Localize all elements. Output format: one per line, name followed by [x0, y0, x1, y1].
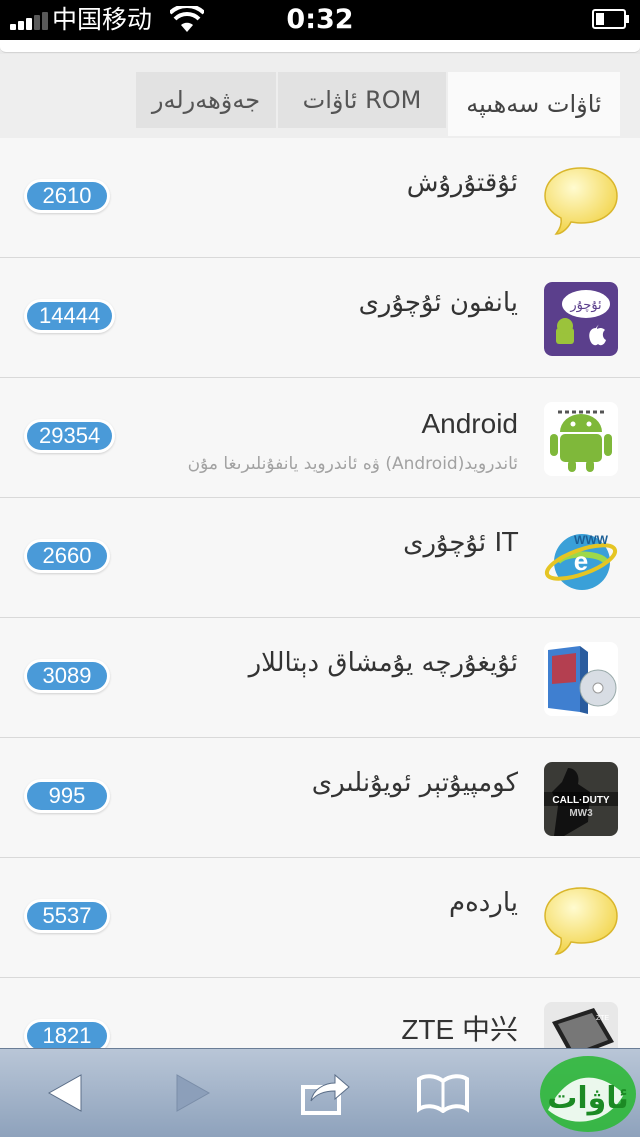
android-robot-icon: [544, 402, 618, 476]
svg-text:WWW: WWW: [574, 533, 609, 547]
item-title: يانفون ئۇچۇرى: [358, 288, 518, 318]
tab-awat-section[interactable]: ئاۋات سەھىپە: [448, 72, 620, 136]
item-title: IT ئۇچۇرى: [403, 528, 518, 558]
list-item[interactable]: 3089 ئۇيغۇرچە يۇمشاق دېتاللار: [0, 618, 640, 738]
count-badge: 3089: [27, 662, 107, 690]
count-badge: 1821: [27, 1022, 107, 1048]
tab-bar: ئاۋات سەھىپە ئاۋات ROM جەۋھەرلەر: [0, 54, 640, 139]
count-badge: 995: [27, 782, 107, 810]
back-arrow-icon: [47, 1074, 82, 1112]
chat-bubble-icon: [544, 887, 618, 955]
item-title: ياردەم: [448, 888, 518, 918]
bookmarks-book-icon: [417, 1074, 469, 1113]
tab-awat-rom[interactable]: ئاۋات ROM: [278, 72, 446, 128]
list-item[interactable]: 995 كومپيۇتېر ئويۇنلىرى CALL·DUTY MW3: [0, 738, 640, 858]
item-title: ئۇقتۇرۇش: [406, 168, 518, 198]
item-title: ZTE 中兴: [401, 1014, 518, 1045]
count-badge: 2660: [27, 542, 107, 570]
svg-text:MW3: MW3: [569, 808, 593, 819]
list-item[interactable]: 29354 Android ئاندرويد(Android) ۋە ئاندر…: [0, 378, 640, 498]
list-item[interactable]: 1821 ZTE 中兴 ZTE: [0, 978, 640, 1048]
zte-phone-icon: ZTE: [544, 1002, 618, 1048]
list-item[interactable]: 14444 يانفون ئۇچۇرى ئۇچۇر: [0, 258, 640, 378]
software-box-cd-icon: [544, 642, 618, 716]
item-subtitle: ئاندرويد(Android) ۋە ئاندرويد يانفۇنلىرى…: [187, 454, 518, 474]
awat-logo: ئاۋات: [540, 1056, 636, 1132]
back-button[interactable]: [30, 1063, 100, 1123]
forward-button[interactable]: [158, 1063, 228, 1123]
forum-list: 2610 ئۇقتۇرۇش 14444 يانفون ئۇچۇرى ئۇچۇر …: [0, 138, 640, 1048]
page-header-edge: [0, 40, 640, 54]
svg-text:ئاۋات: ئاۋات: [547, 1081, 629, 1116]
svg-text:e: e: [574, 546, 588, 576]
list-item[interactable]: 2660 IT ئۇچۇرى e WWW: [0, 498, 640, 618]
svg-text:ZTE: ZTE: [596, 1015, 610, 1022]
item-title: ئۇيغۇرچە يۇمشاق دېتاللار: [248, 648, 518, 678]
internet-explorer-globe-icon: e WWW: [544, 533, 618, 590]
count-badge: 14444: [27, 302, 113, 330]
svg-text:CALL·DUTY: CALL·DUTY: [552, 795, 610, 806]
forward-arrow-icon: [176, 1074, 211, 1112]
call-of-duty-game-icon: CALL·DUTY MW3: [544, 762, 618, 836]
chat-bubble-icon: [544, 167, 618, 235]
list-item[interactable]: 5537 ياردەم: [0, 858, 640, 978]
uyghur-phone-app-icon: ئۇچۇر: [544, 282, 618, 356]
bookmarks-button[interactable]: [408, 1063, 478, 1123]
share-icon: [301, 1073, 350, 1115]
share-button[interactable]: [290, 1063, 360, 1123]
tab-highlights[interactable]: جەۋھەرلەر: [136, 72, 276, 128]
count-badge: 5537: [27, 902, 107, 930]
item-title: Android: [421, 408, 518, 439]
svg-text:ئۇچۇر: ئۇچۇر: [569, 298, 601, 313]
status-bar: 中国移动 0:32: [0, 0, 640, 40]
count-badge: 2610: [27, 182, 107, 210]
item-title: كومپيۇتېر ئويۇنلىرى: [311, 768, 518, 798]
list-item[interactable]: 2610 ئۇقتۇرۇش: [0, 138, 640, 258]
battery-icon: [592, 9, 629, 29]
status-time: 0:32: [286, 4, 354, 35]
count-badge: 29354: [27, 422, 113, 450]
